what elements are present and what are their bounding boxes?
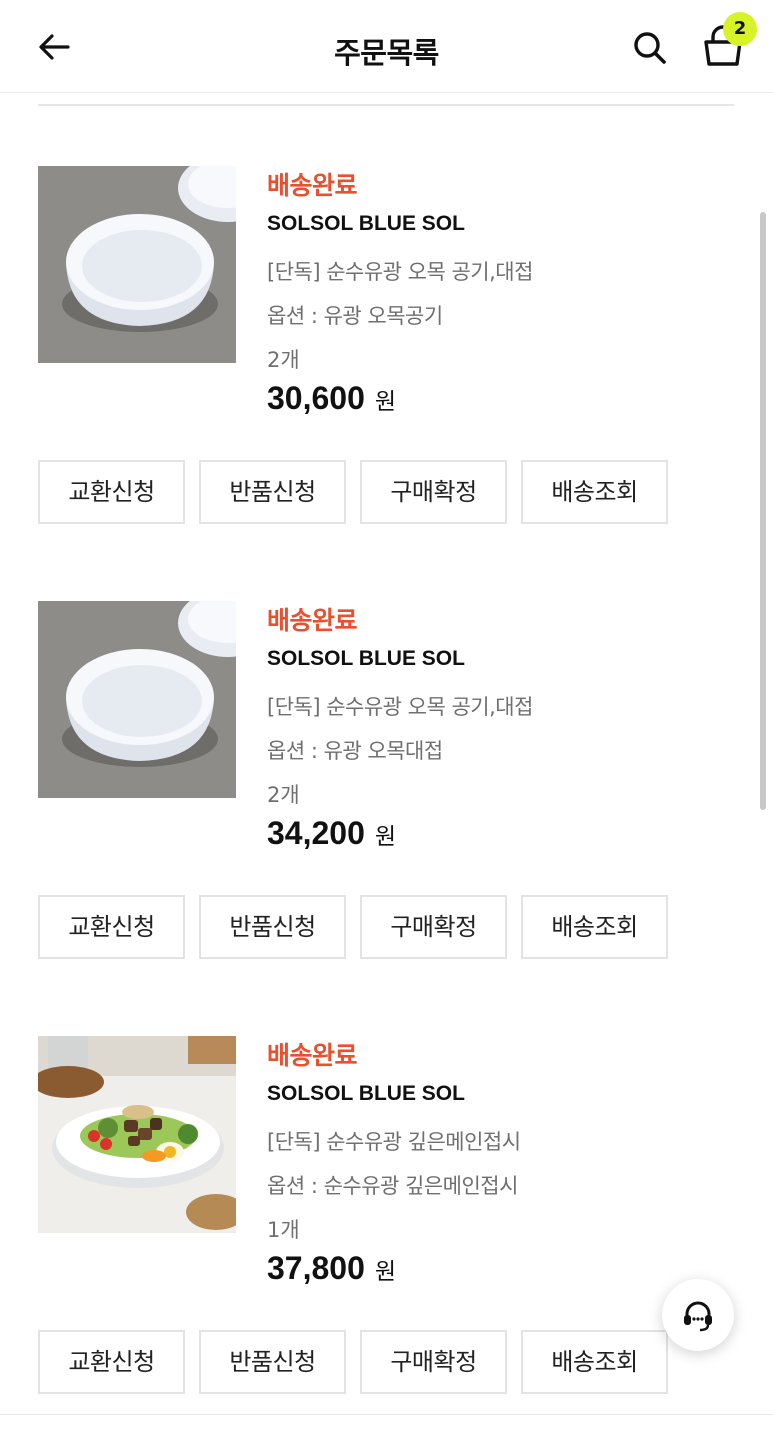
cart-count-badge: 2: [723, 12, 757, 46]
order-status: 배송완료: [267, 171, 358, 200]
order-item: 배송완료 SOLSOL BLUE SOL [단독] 순수유광 깊은메인접시 옵션…: [0, 1036, 773, 1436]
search-icon: [634, 32, 666, 64]
product-name[interactable]: [단독] 순수유광 깊은메인접시: [267, 1126, 521, 1156]
white-bowl-photo: [38, 601, 236, 798]
product-name[interactable]: [단독] 순수유광 오목 공기,대접: [267, 691, 533, 721]
confirm-purchase-button[interactable]: 구매확정: [360, 895, 507, 959]
track-delivery-button[interactable]: 배송조회: [521, 1330, 668, 1394]
order-item: 배송완료 SOLSOL BLUE SOL [단독] 순수유광 오목 공기,대접 …: [0, 166, 773, 566]
track-delivery-button[interactable]: 배송조회: [521, 460, 668, 524]
customer-support-button[interactable]: [662, 1279, 734, 1351]
price-value: 37,800: [267, 1250, 365, 1286]
divider: [0, 1414, 773, 1415]
headset-icon: [684, 1301, 712, 1332]
order-item: 배송완료 SOLSOL BLUE SOL [단독] 순수유광 오목 공기,대접 …: [0, 601, 773, 1001]
price-value: 34,200: [267, 815, 365, 851]
product-option: 옵션 : 유광 오목공기: [267, 304, 443, 328]
currency-unit: 원: [374, 1259, 397, 1285]
product-option: 옵션 : 순수유광 깊은메인접시: [267, 1174, 518, 1198]
confirm-purchase-button[interactable]: 구매확정: [360, 1330, 507, 1394]
exchange-request-button[interactable]: 교환신청: [38, 1330, 185, 1394]
order-status: 배송완료: [267, 1041, 358, 1070]
white-bowl-photo: [38, 166, 236, 363]
confirm-purchase-button[interactable]: 구매확정: [360, 460, 507, 524]
track-delivery-button[interactable]: 배송조회: [521, 895, 668, 959]
price-value: 30,600: [267, 380, 365, 416]
price: 30,600 원: [267, 380, 396, 417]
exchange-request-button[interactable]: 교환신청: [38, 895, 185, 959]
divider: [38, 104, 734, 106]
product-image[interactable]: [38, 601, 236, 798]
exchange-request-button[interactable]: 교환신청: [38, 460, 185, 524]
header-bar: 주문목록 2: [0, 0, 773, 93]
return-request-button[interactable]: 반품신청: [199, 1330, 346, 1394]
price: 34,200 원: [267, 815, 396, 852]
brand-name: SOLSOL BLUE SOL: [267, 1082, 465, 1105]
currency-unit: 원: [374, 389, 397, 415]
search-button[interactable]: [630, 28, 670, 68]
quantity: 2개: [267, 783, 300, 807]
order-actions: 교환신청 반품신청 구매확정 배송조회: [38, 895, 678, 959]
currency-unit: 원: [374, 824, 397, 850]
quantity: 2개: [267, 348, 300, 372]
order-actions: 교환신청 반품신청 구매확정 배송조회: [38, 460, 678, 524]
product-option: 옵션 : 유광 오목대접: [267, 739, 443, 763]
salad-plate-photo: [38, 1036, 236, 1233]
price: 37,800 원: [267, 1250, 396, 1287]
quantity: 1개: [267, 1218, 300, 1242]
brand-name: SOLSOL BLUE SOL: [267, 647, 465, 670]
product-image[interactable]: [38, 166, 236, 363]
return-request-button[interactable]: 반품신청: [199, 460, 346, 524]
return-request-button[interactable]: 반품신청: [199, 895, 346, 959]
order-status: 배송완료: [267, 606, 358, 635]
brand-name: SOLSOL BLUE SOL: [267, 212, 465, 235]
order-actions: 교환신청 반품신청 구매확정 배송조회: [38, 1330, 678, 1394]
product-name[interactable]: [단독] 순수유광 오목 공기,대접: [267, 256, 533, 286]
product-image[interactable]: [38, 1036, 236, 1233]
